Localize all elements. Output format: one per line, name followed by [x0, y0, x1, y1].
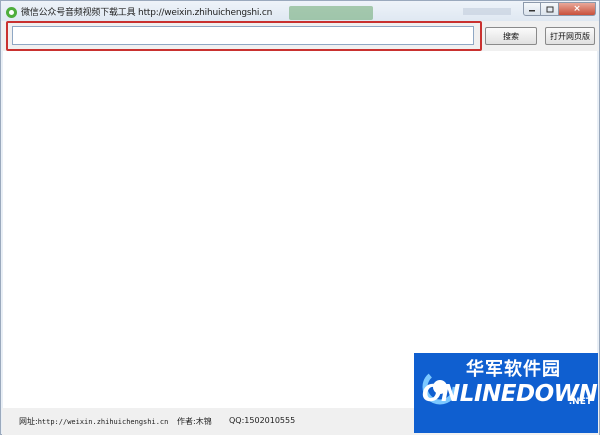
watermark-chinese-text: 华军软件园	[466, 359, 561, 380]
status-qq-label: QQ:	[229, 416, 245, 425]
minimize-button[interactable]	[523, 2, 541, 16]
watermark-logo: 华军软件园 ONLINEDOWN .NET	[414, 353, 598, 433]
status-url-value: http://weixin.zhihuichengshi.cn	[37, 418, 169, 426]
status-author: 作者:木锦	[177, 416, 212, 427]
status-author-value: 木锦	[195, 417, 212, 426]
status-url: 网址:http://weixin.zhihuichengshi.cn	[19, 416, 168, 427]
status-qq-value: 1502010555	[244, 416, 296, 425]
status-url-label: 网址:	[19, 417, 38, 426]
search-input[interactable]	[12, 26, 474, 45]
close-icon: ×	[573, 4, 581, 14]
window-controls: ×	[523, 2, 596, 16]
search-toolbar: 搜索 打开网页版	[2, 21, 599, 51]
open-web-version-button[interactable]: 打开网页版	[545, 27, 595, 45]
maximize-icon	[546, 6, 553, 12]
app-logo-icon	[5, 4, 18, 18]
close-button[interactable]: ×	[559, 2, 596, 16]
status-author-label: 作者:	[177, 417, 196, 426]
watermark-suffix: .NET	[568, 397, 592, 407]
title-bar-ghost-text	[463, 8, 511, 15]
title-bar[interactable]: 微信公众号音频视频下载工具 http://weixin.zhihuichengs…	[1, 1, 599, 21]
status-qq: QQ:1502010555	[229, 416, 295, 425]
search-button[interactable]: 搜索	[485, 27, 537, 45]
maximize-button[interactable]	[541, 2, 559, 16]
title-bar-ghost-block	[289, 6, 373, 20]
minimize-icon	[529, 10, 535, 12]
window-title: 微信公众号音频视频下载工具 http://weixin.zhihuichengs…	[21, 8, 273, 18]
